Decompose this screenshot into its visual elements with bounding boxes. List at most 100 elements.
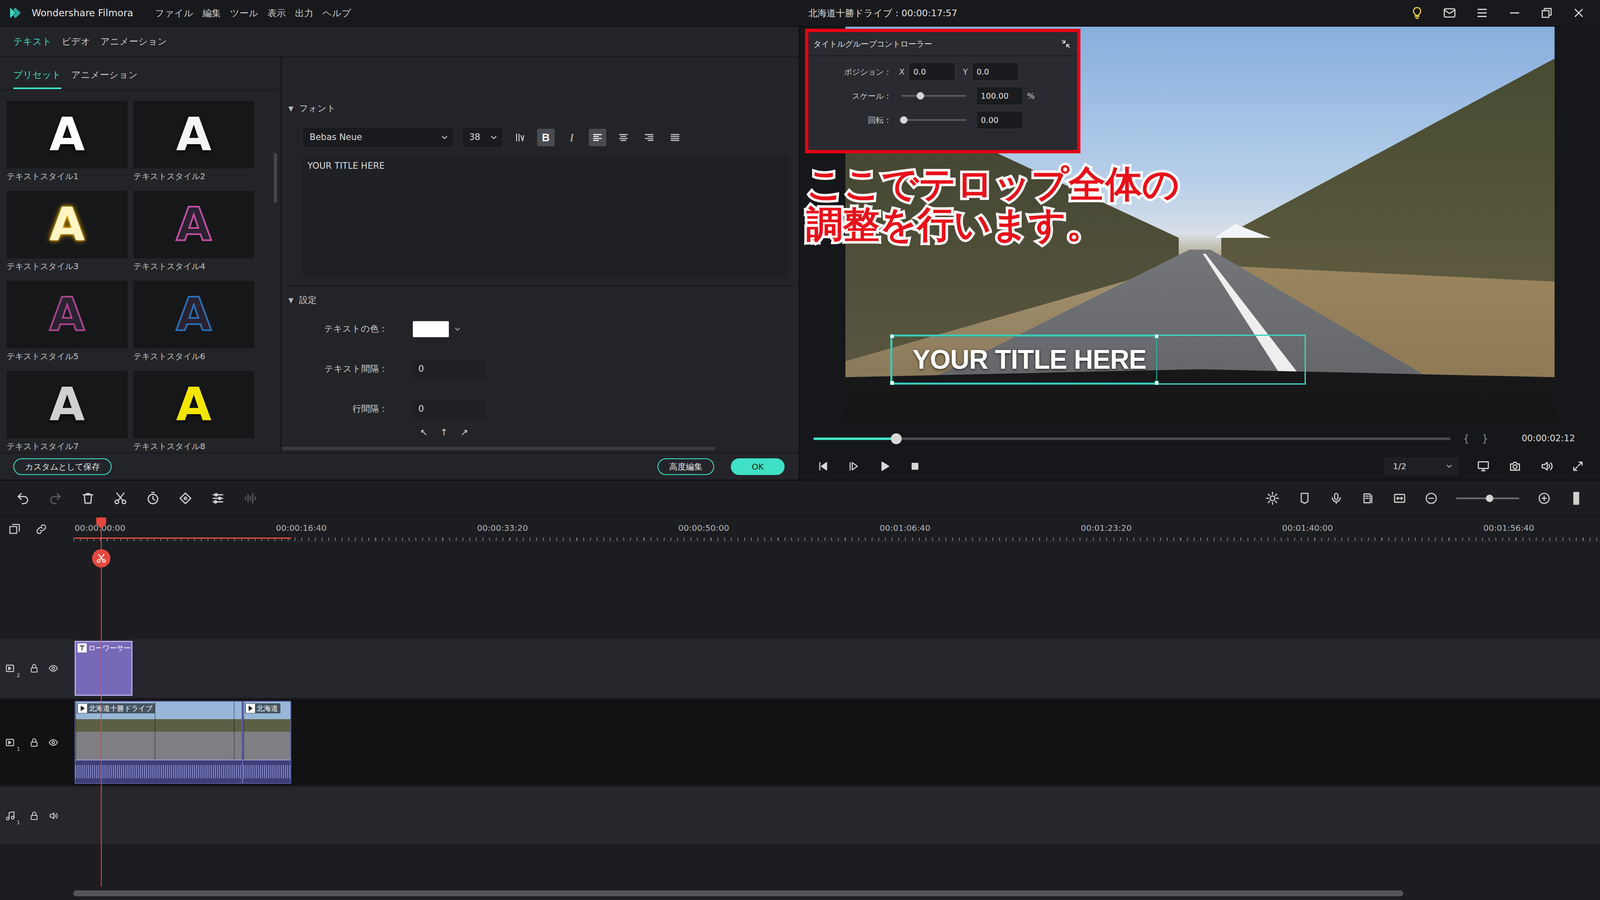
- slider-knob[interactable]: [916, 92, 925, 100]
- zoom-slider[interactable]: [1456, 497, 1520, 500]
- preset-tile[interactable]: Aテキストスタイル6: [133, 280, 255, 362]
- play-icon[interactable]: [878, 460, 891, 473]
- preset-tile[interactable]: Aテキストスタイル4: [133, 190, 255, 272]
- zoom-out-icon[interactable]: [1424, 491, 1438, 505]
- title-clip[interactable]: ローワーサー: [74, 640, 133, 696]
- minimize-icon[interactable]: [1507, 5, 1522, 20]
- microphone-icon[interactable]: [1329, 491, 1343, 505]
- settings-section-header[interactable]: ▼設定: [288, 292, 795, 309]
- menu-icon[interactable]: [1475, 5, 1490, 20]
- keyframe-icon[interactable]: [178, 491, 193, 506]
- position-x-input[interactable]: 0.0: [908, 62, 956, 81]
- restore-icon[interactable]: [1540, 6, 1554, 20]
- title-text-box[interactable]: YOUR TITLE HERE: [891, 335, 1158, 384]
- arrow-button[interactable]: ↗: [460, 425, 468, 440]
- text-input[interactable]: YOUR TITLE HERE: [302, 155, 789, 278]
- font-family-select[interactable]: Bebas Neue: [302, 127, 454, 148]
- zoom-in-icon[interactable]: [1537, 491, 1551, 505]
- letter-spacing-button[interactable]: [511, 128, 529, 147]
- close-icon[interactable]: [1571, 5, 1586, 20]
- ok-button[interactable]: OK: [730, 458, 785, 475]
- speaker-icon[interactable]: [48, 810, 59, 821]
- play-slow-icon[interactable]: [847, 460, 860, 473]
- scale-slider[interactable]: [901, 95, 967, 97]
- split-button[interactable]: [92, 549, 111, 568]
- delete-icon[interactable]: [80, 491, 95, 506]
- font-section-header[interactable]: ▼フォント: [288, 100, 795, 118]
- collapse-icon[interactable]: [1060, 38, 1072, 50]
- scrub-knob[interactable]: [890, 433, 902, 445]
- color-picker[interactable]: [412, 320, 462, 338]
- panel-toggle-icon[interactable]: [1569, 491, 1584, 506]
- save-custom-button[interactable]: カスタムとして保存: [13, 458, 112, 475]
- camera-icon[interactable]: [1508, 459, 1522, 473]
- undo-icon[interactable]: [15, 491, 30, 506]
- lock-icon[interactable]: [29, 663, 40, 674]
- link-icon[interactable]: [35, 522, 48, 536]
- redo-icon[interactable]: [48, 491, 63, 506]
- scale-input[interactable]: 100.00: [976, 86, 1023, 105]
- align-button[interactable]: [614, 128, 633, 147]
- slider-knob[interactable]: [900, 116, 908, 124]
- sub-tab[interactable]: プリセット: [13, 67, 62, 90]
- preset-tile[interactable]: Aテキストスタイル7: [6, 370, 128, 452]
- italic-button[interactable]: I: [562, 128, 581, 147]
- stop-icon[interactable]: [909, 460, 921, 473]
- preset-tile[interactable]: Aテキストスタイル8: [133, 370, 255, 452]
- resize-handle[interactable]: [1154, 334, 1159, 339]
- mixer-icon[interactable]: [1361, 491, 1375, 505]
- marker-icon[interactable]: [1297, 491, 1312, 505]
- eye-icon[interactable]: [48, 663, 59, 674]
- mark-in-button[interactable]: {: [1462, 431, 1470, 447]
- speed-icon[interactable]: [145, 491, 160, 506]
- cut-icon[interactable]: [113, 491, 128, 506]
- resize-handle[interactable]: [890, 380, 895, 385]
- font-size-select[interactable]: 38: [462, 127, 503, 148]
- align-button[interactable]: [666, 128, 684, 147]
- align-button[interactable]: [640, 128, 658, 147]
- preset-tile[interactable]: Aテキストスタイル2: [133, 100, 255, 182]
- lock-icon[interactable]: [29, 737, 40, 748]
- align-button[interactable]: [588, 128, 607, 147]
- render-icon[interactable]: [1265, 491, 1280, 506]
- tab[interactable]: アニメーション: [100, 34, 168, 49]
- scrollbar[interactable]: [273, 152, 278, 203]
- sub-tab[interactable]: アニメーション: [71, 67, 138, 90]
- time-ruler[interactable]: 00:00:00:0000:00:16:4000:00:33:2000:00:5…: [73, 516, 1600, 542]
- number-field[interactable]: 0: [412, 400, 486, 419]
- title-selection[interactable]: YOUR TITLE HERE: [890, 334, 1306, 385]
- mark-out-button[interactable]: }: [1482, 431, 1489, 447]
- color-swatch[interactable]: [412, 320, 450, 338]
- advanced-edit-button[interactable]: 高度編集: [657, 458, 715, 475]
- menu-item[interactable]: ファイル: [155, 6, 194, 20]
- fit-icon[interactable]: [1392, 491, 1407, 505]
- resize-handle[interactable]: [890, 334, 895, 339]
- arrow-button[interactable]: ↑: [440, 425, 448, 440]
- previous-frame-icon[interactable]: [816, 460, 830, 473]
- menu-item[interactable]: 出力: [295, 6, 314, 20]
- video-clip[interactable]: 北海道十勝ドライブ: [74, 700, 243, 784]
- add-track-icon[interactable]: [8, 522, 21, 536]
- rotation-input[interactable]: 0.00: [976, 110, 1023, 130]
- video-clip[interactable]: 北海道: [242, 700, 292, 784]
- resize-handle[interactable]: [1154, 380, 1159, 385]
- scrollbar[interactable]: [281, 446, 715, 450]
- eye-icon[interactable]: [48, 737, 59, 748]
- position-y-input[interactable]: 0.0: [972, 62, 1019, 81]
- arrow-button[interactable]: ↖: [420, 425, 428, 440]
- scroll-thumb[interactable]: [73, 890, 1404, 897]
- mail-icon[interactable]: [1442, 5, 1457, 20]
- menu-item[interactable]: ヘルプ: [322, 6, 352, 20]
- menu-item[interactable]: ツール: [230, 6, 259, 20]
- preset-tile[interactable]: Aテキストスタイル5: [6, 280, 128, 362]
- quality-select[interactable]: 1/2: [1383, 457, 1459, 476]
- fullscreen-icon[interactable]: [1571, 460, 1585, 473]
- tab[interactable]: テキスト: [13, 34, 52, 49]
- lock-icon[interactable]: [29, 810, 40, 821]
- menu-item[interactable]: 編集: [202, 6, 221, 20]
- audio-icon[interactable]: [243, 491, 258, 506]
- menu-item[interactable]: 表示: [267, 6, 286, 20]
- playhead[interactable]: [100, 516, 102, 887]
- adjust-icon[interactable]: [210, 491, 225, 506]
- preset-tile[interactable]: Aテキストスタイル3: [6, 190, 128, 272]
